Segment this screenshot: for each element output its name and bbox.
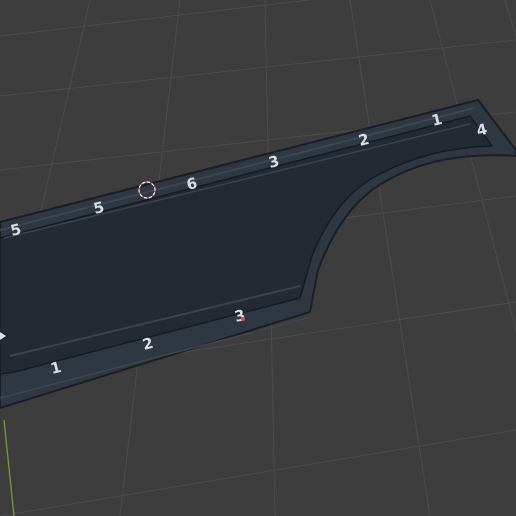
scene-canvas[interactable]: 1 2 3 4 5 6 5 1 2 3 xyxy=(0,0,516,516)
bottom-marker-dot xyxy=(241,317,245,321)
3d-viewport[interactable]: 1 2 3 4 5 6 5 1 2 3 xyxy=(0,0,516,516)
